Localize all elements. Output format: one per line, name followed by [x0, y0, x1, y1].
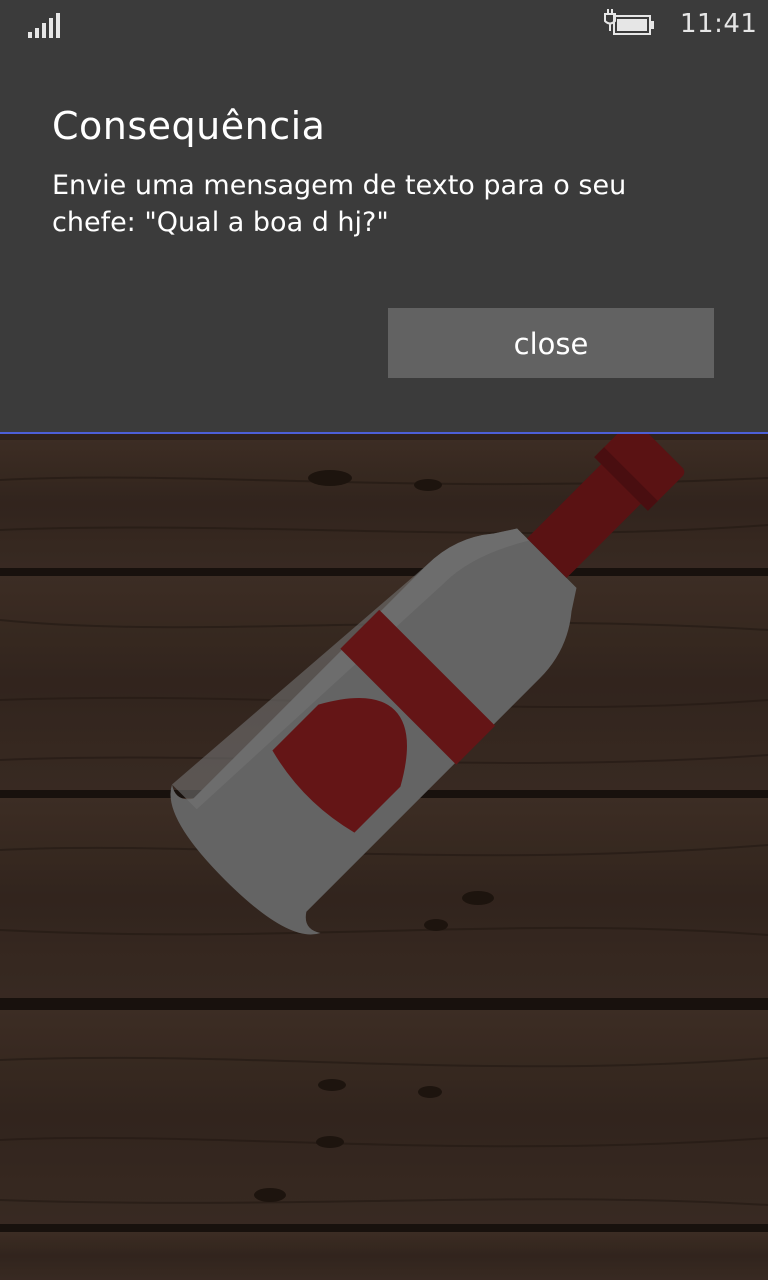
battery-charging-icon	[604, 9, 654, 35]
consequence-dialog: Consequência Envie uma mensagem de texto…	[0, 50, 768, 434]
dialog-message: Envie uma mensagem de texto para o seu c…	[52, 170, 627, 238]
close-button[interactable]: close	[388, 308, 714, 378]
status-time: 11:41	[680, 9, 758, 39]
dim-overlay[interactable]	[0, 434, 768, 1280]
dialog-title: Consequência	[52, 104, 326, 148]
status-bar: 11:41	[0, 0, 768, 50]
signal-strength-icon	[28, 12, 62, 38]
